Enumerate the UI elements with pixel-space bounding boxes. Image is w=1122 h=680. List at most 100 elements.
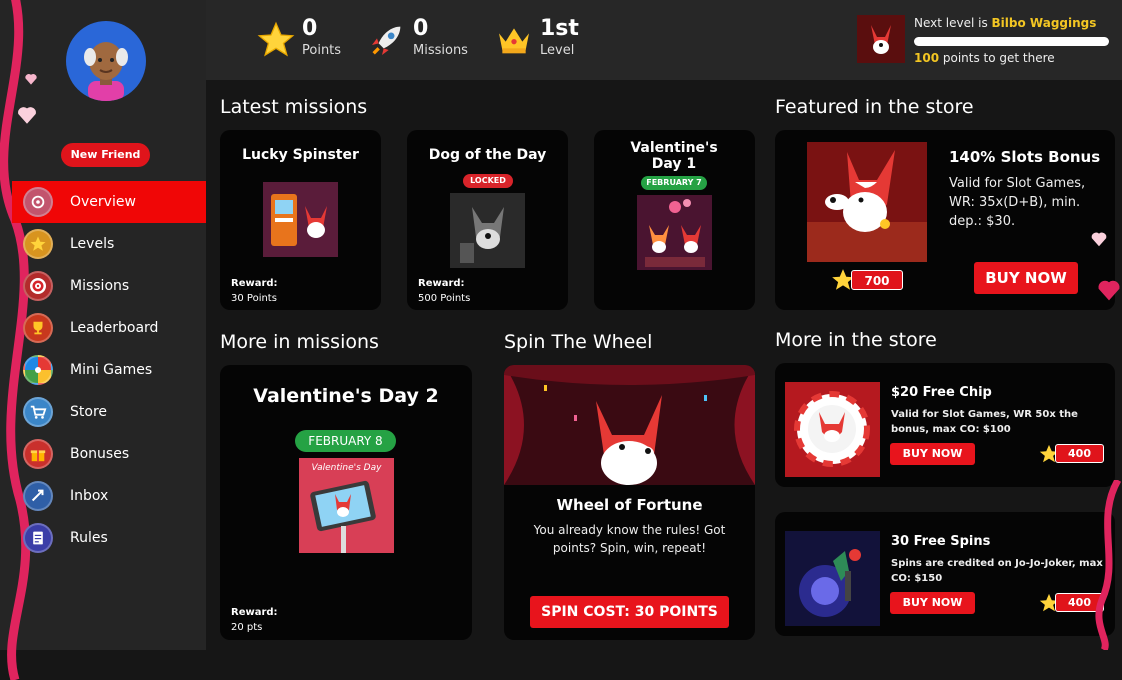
latest-missions-title: Latest missions	[220, 96, 368, 118]
store-item-name: 30 Free Spins	[891, 534, 991, 549]
points-label: Points	[302, 43, 342, 58]
level-label: Level	[540, 43, 575, 58]
spin-button[interactable]: SPIN COST: 30 POINTS	[530, 596, 729, 628]
next-level-image	[857, 15, 905, 63]
spin-description: You already know the rules! Got points? …	[533, 523, 726, 555]
target-icon	[23, 271, 53, 301]
sidebar-item-bonuses[interactable]: Bonuses	[0, 433, 206, 475]
reward-value: 500 Points	[418, 293, 471, 304]
featured-product-desc: Valid for Slot Games, WR: 35x(D+B), min.…	[949, 176, 1086, 229]
mission-card-lucky-spinster[interactable]: Lucky Spinster Reward: 30 Points	[220, 130, 381, 310]
store-item-free-chip: $20 Free Chip Valid for Slot Games, WR 5…	[775, 363, 1115, 487]
reward-label: Reward:	[231, 607, 278, 618]
mission-title: Valentine's Day 1	[630, 140, 718, 172]
rules-icon	[23, 523, 53, 553]
sidebar-item-overview[interactable]: Overview	[12, 181, 206, 223]
crown-icon	[499, 28, 529, 54]
featured-buy-button[interactable]: BUY NOW	[974, 262, 1078, 294]
heart-icon	[1098, 280, 1120, 301]
featured-product-image	[807, 142, 927, 262]
sidebar-item-label: Store	[70, 404, 108, 420]
mission-image: Valentine's Day	[299, 458, 394, 553]
mission-reward: Reward: 20 pts	[231, 605, 278, 635]
next-level-text: Next level is Bilbo Waggings	[914, 16, 1096, 30]
sidebar-item-label: Overview	[70, 194, 136, 210]
new-friend-badge[interactable]: New Friend	[61, 143, 150, 167]
missions-value: 0	[413, 16, 429, 41]
next-level-panel: Next level is Bilbo Waggings 100 points …	[857, 15, 1112, 67]
store-item-price: 400	[1055, 444, 1104, 463]
sidebar-item-label: Inbox	[70, 488, 109, 504]
store-item-buy-button[interactable]: BUY NOW	[890, 592, 975, 614]
mission-title: Valentine's Day 2	[253, 385, 439, 407]
points-needed: 100	[914, 51, 940, 65]
date-badge: FEBRUARY 8	[295, 430, 396, 452]
sidebar-item-label: Missions	[70, 278, 130, 294]
featured-store-title: Featured in the store	[775, 96, 974, 118]
reward-label: Reward:	[418, 278, 465, 289]
ribbon-decoration	[1095, 480, 1122, 650]
store-item-free-spins: 30 Free Spins Spins are credited on Jo-J…	[775, 512, 1115, 636]
mission-card-dog-of-the-day[interactable]: Dog of the Day LOCKED Reward: 500 Points	[407, 130, 568, 310]
cart-icon	[23, 397, 53, 427]
gift-icon	[23, 439, 53, 469]
mission-reward: Reward: 30 Points	[231, 276, 278, 306]
spin-wheel-image	[504, 365, 755, 485]
level-value: 1st	[540, 16, 579, 41]
points-needed-text: 100 points to get there	[914, 51, 1055, 65]
inbox-icon	[23, 481, 53, 511]
wheel-icon	[23, 355, 53, 385]
date-badge: FEBRUARY 7	[641, 176, 707, 190]
more-store-title: More in the store	[775, 329, 937, 351]
mission-card-valentines-day-1[interactable]: Valentine's Day 1 FEBRUARY 7	[594, 130, 755, 310]
featured-price: 700	[851, 270, 903, 290]
reward-value: 30 Points	[231, 293, 277, 304]
sidebar-item-label: Mini Games	[70, 362, 153, 378]
sidebar-item-leaderboard[interactable]: Leaderboard	[0, 307, 206, 349]
mission-title: Lucky Spinster	[242, 147, 359, 163]
store-item-name: $20 Free Chip	[891, 385, 992, 400]
level-progress-bar	[914, 37, 1109, 46]
next-level-prefix: Next level is	[914, 16, 992, 30]
sidebar-item-rules[interactable]: Rules	[0, 517, 206, 559]
mission-card-valentines-day-2[interactable]: Valentine's Day 2 FEBRUARY 8 Valentine's…	[220, 365, 472, 640]
sidebar-item-label: Bonuses	[70, 446, 130, 462]
avatar[interactable]	[66, 21, 146, 101]
sidebar-item-label: Levels	[70, 236, 115, 252]
featured-product-name: 140% Slots Bonus	[949, 148, 1101, 166]
store-item-desc: Spins are credited on Jo-Jo-Joker, max C…	[891, 558, 1103, 584]
sidebar-item-missions[interactable]: Missions	[0, 265, 206, 307]
store-item-buy-button[interactable]: BUY NOW	[890, 443, 975, 465]
sidebar: New Friend Overview Levels Missions Lead…	[0, 0, 206, 680]
spin-heading: Wheel of Fortune	[556, 496, 703, 514]
reward-value: 20 pts	[231, 622, 263, 633]
overview-icon	[23, 187, 53, 217]
next-level-name: Bilbo Waggings	[991, 16, 1097, 30]
spin-wheel-card: Wheel of Fortune You already know the ru…	[504, 365, 755, 640]
rocket-icon	[372, 26, 401, 55]
points-needed-suffix: points to get there	[939, 51, 1055, 65]
mission-image	[637, 195, 712, 270]
featured-store-card: 140% Slots Bonus Valid for Slot Games, W…	[775, 130, 1115, 310]
spin-wheel-title: Spin The Wheel	[504, 331, 653, 353]
star-icon	[257, 21, 295, 57]
locked-badge: LOCKED	[463, 174, 513, 188]
trophy-icon	[23, 313, 53, 343]
mission-image	[263, 182, 338, 257]
points-value: 0	[302, 16, 318, 41]
sidebar-item-inbox[interactable]: Inbox	[0, 475, 206, 517]
sidebar-item-store[interactable]: Store	[0, 391, 206, 433]
mission-title: Dog of the Day	[428, 147, 547, 163]
reward-label: Reward:	[231, 278, 278, 289]
sidebar-nav: Overview Levels Missions Leaderboard Min…	[0, 181, 206, 559]
sidebar-item-mini-games[interactable]: Mini Games	[0, 349, 206, 391]
heart-icon	[18, 107, 36, 124]
mission-reward: Reward: 500 Points	[418, 276, 470, 306]
more-missions-title: More in missions	[220, 331, 379, 353]
sidebar-item-label: Rules	[70, 530, 108, 546]
missions-label: Missions	[413, 43, 468, 58]
mission-image-text: Valentine's Day	[311, 463, 382, 473]
heart-icon	[25, 74, 37, 85]
sidebar-item-levels[interactable]: Levels	[0, 223, 206, 265]
heart-icon	[1091, 232, 1107, 247]
